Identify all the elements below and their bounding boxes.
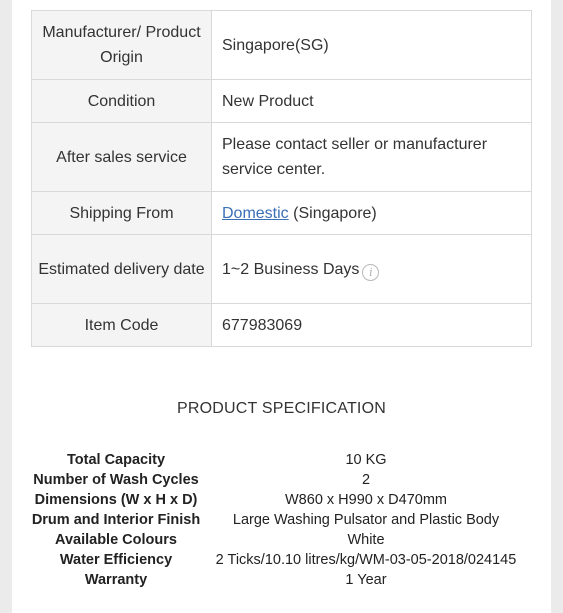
info-row-item-code: Item Code 677983069 <box>31 303 532 347</box>
info-value-origin: Singapore(SG) <box>211 10 532 80</box>
delivery-days-text: 1~2 Business Days <box>222 260 360 278</box>
spec-row: Water Efficiency 2 Ticks/10.10 litres/kg… <box>31 550 531 570</box>
spec-row: Warranty 1 Year <box>31 570 531 590</box>
info-label-delivery: Estimated delivery date <box>31 234 212 304</box>
spec-heading: PRODUCT SPECIFICATION <box>177 400 386 417</box>
spec-row: Drum and Interior Finish Large Washing P… <box>31 510 531 530</box>
spec-label: Drum and Interior Finish <box>31 512 201 528</box>
spec-label: Warranty <box>84 572 148 588</box>
spec-label: Dimensions (W x H x D) <box>34 492 198 508</box>
spec-label: Available Colours <box>55 532 177 548</box>
info-value-delivery: 1~2 Business Days i <box>211 234 532 304</box>
spec-label: Total Capacity <box>66 452 166 468</box>
info-row-condition: Condition New Product <box>31 79 532 123</box>
info-value-condition: New Product <box>211 79 532 123</box>
info-row-delivery: Estimated delivery date 1~2 Business Day… <box>31 234 532 304</box>
spec-label: Number of Wash Cycles <box>33 472 199 488</box>
info-label-shipping: Shipping From <box>31 191 212 235</box>
info-label-item-code: Item Code <box>31 303 212 347</box>
spec-value: 10 KG <box>345 452 387 468</box>
info-row-after-sales: After sales service Please contact selle… <box>31 122 532 192</box>
spec-value: 2 Ticks/10.10 litres/kg/WM-03-05-2018/02… <box>215 552 517 568</box>
product-detail-page: Manufacturer/ Product Origin Singapore(S… <box>12 0 551 613</box>
info-icon[interactable]: i <box>362 263 380 281</box>
spec-row: Total Capacity 10 KG <box>31 450 531 470</box>
spec-row: Dimensions (W x H x D) W860 x H990 x D47… <box>31 490 531 510</box>
product-info-table: Manufacturer/ Product Origin Singapore(S… <box>31 10 532 347</box>
shipping-location-text: (Singapore) <box>293 204 377 222</box>
spec-value: White <box>347 532 385 548</box>
info-label-after-sales: After sales service <box>31 122 212 192</box>
info-row-origin: Manufacturer/ Product Origin Singapore(S… <box>31 10 532 80</box>
spec-value: 2 <box>361 472 371 488</box>
shipping-domestic-link[interactable]: Domestic <box>222 205 289 222</box>
info-label-origin: Manufacturer/ Product Origin <box>31 10 212 80</box>
spec-row: Number of Wash Cycles 2 <box>31 470 531 490</box>
info-row-shipping: Shipping From Domestic (Singapore) <box>31 191 532 235</box>
spec-label: Water Efficiency <box>59 552 173 568</box>
spec-value: 1 Year <box>345 572 387 588</box>
info-label-condition: Condition <box>31 79 212 123</box>
spec-value: Large Washing Pulsator and Plastic Body <box>232 512 500 528</box>
spec-value: W860 x H990 x D470mm <box>285 492 447 508</box>
info-value-shipping: Domestic (Singapore) <box>211 191 532 235</box>
spec-table: Total Capacity 10 KG Number of Wash Cycl… <box>31 450 531 590</box>
spec-row: Available Colours White <box>31 530 531 550</box>
info-value-item-code: 677983069 <box>211 303 532 347</box>
info-value-after-sales: Please contact seller or manufacturer se… <box>211 122 532 192</box>
